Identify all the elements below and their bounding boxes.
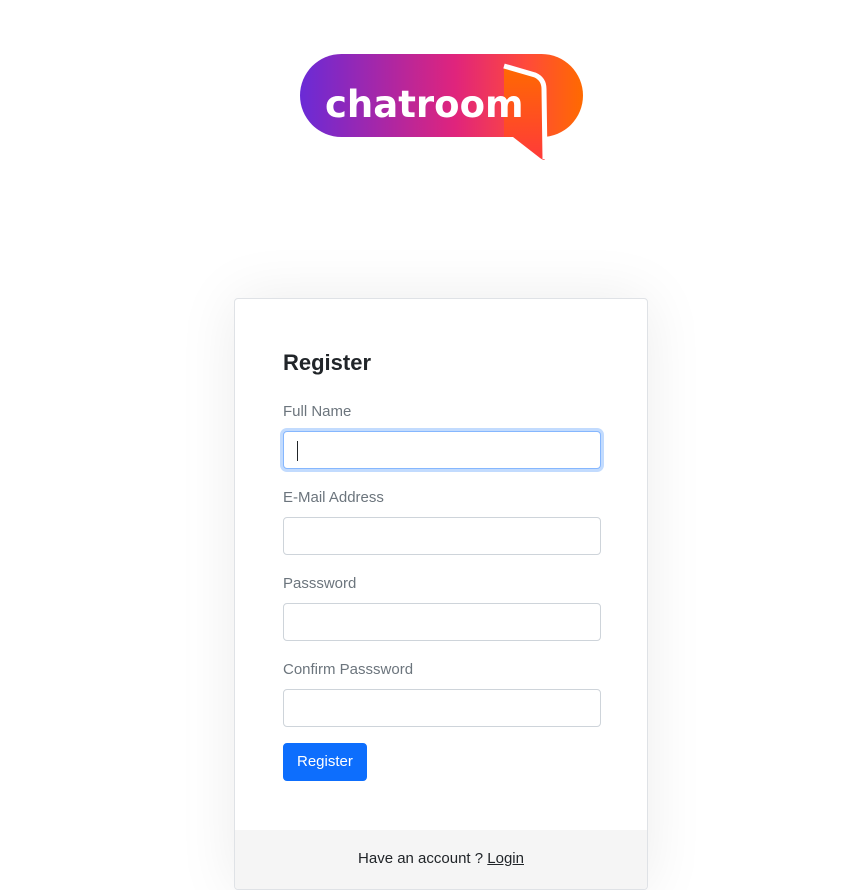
confirm-password-input[interactable] [283,689,601,727]
password-input[interactable] [283,603,601,641]
full-name-label: Full Name [283,403,352,420]
card-footer: Have an account ? Login [235,830,647,889]
email-label: E-Mail Address [283,489,384,506]
full-name-input[interactable] [283,431,601,469]
email-input[interactable] [283,517,601,555]
logo-text: chatroom [325,83,524,126]
have-account-text: Have an account ? [358,850,484,867]
confirm-password-label: Confirm Passsword [283,661,414,678]
password-label: Passsword [283,575,357,592]
login-link[interactable]: Login [487,850,524,867]
register-form: Register Full Name E-Mail Address Passsw… [235,299,647,830]
register-card: Register Full Name E-Mail Address Passsw… [234,298,648,890]
register-button[interactable]: Register [283,743,367,781]
text-caret [297,441,298,461]
form-title: Register [283,350,372,375]
chatroom-logo: chatroom [299,53,585,163]
